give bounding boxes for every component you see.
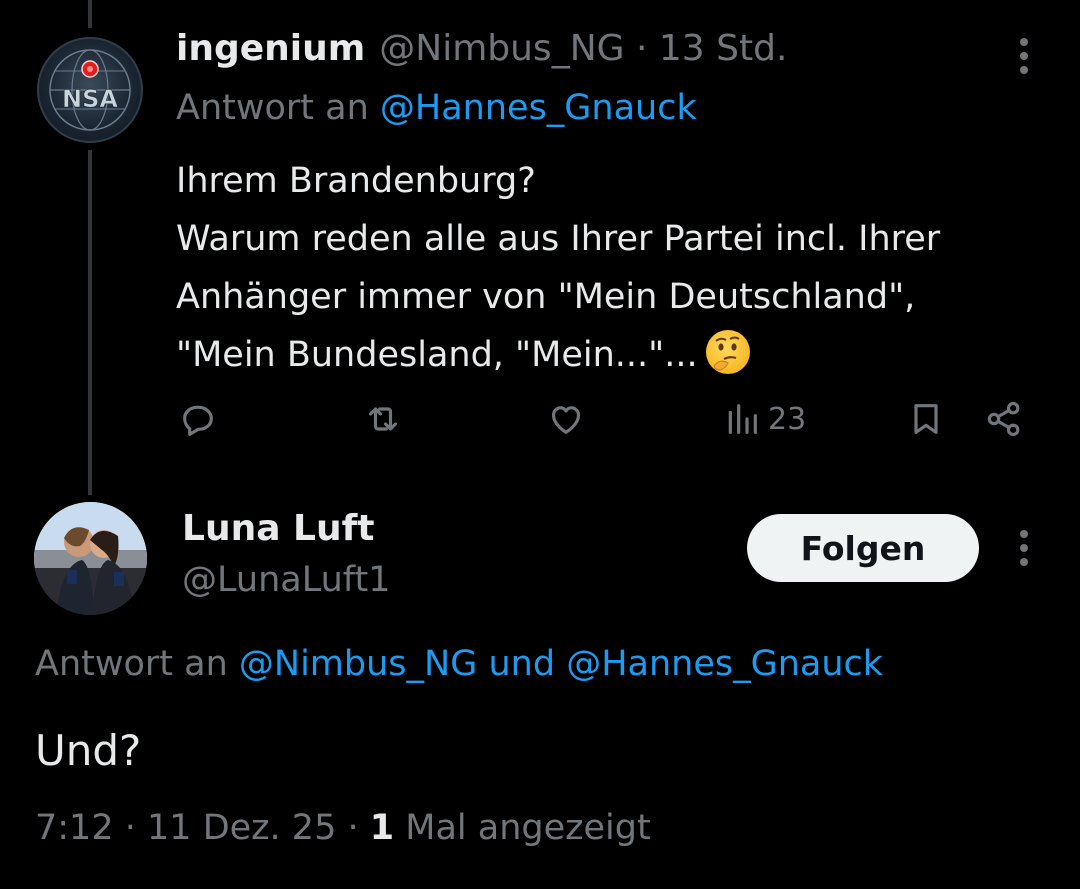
tweet-text-line: Anhänger immer von "Mein Deutschland", xyxy=(176,277,916,317)
tweet-text-segment: "Mein Bundesland, "Mein..."... xyxy=(176,335,698,375)
views-icon xyxy=(728,404,757,434)
handle-text[interactable]: @Nimbus_NG xyxy=(379,28,624,69)
separator: · xyxy=(347,808,359,848)
follow-button[interactable]: Folgen xyxy=(747,514,979,582)
views-label[interactable]: Mal angezeigt xyxy=(405,808,650,848)
reply-conjunction[interactable]: und xyxy=(488,644,555,684)
tweet-actions: 23 xyxy=(0,392,1080,446)
author-name[interactable]: Luna Luft xyxy=(182,508,374,549)
tweet-meta: 7:12 · 11 Dez. 25 · 1 Mal angezeigt xyxy=(35,808,651,848)
like-icon xyxy=(551,406,581,434)
mention-link[interactable]: @Nimbus_NG xyxy=(239,644,477,684)
svg-text:NSA: NSA xyxy=(62,85,118,113)
author-handle[interactable]: @LunaLuft1 xyxy=(182,560,390,600)
mention-link[interactable]: @Hannes_Gnauck xyxy=(380,88,697,128)
more-options-icon[interactable] xyxy=(1004,518,1044,578)
reply-context: Antwort an @Nimbus_NG und @Hannes_Gnauck xyxy=(35,644,883,684)
avatar[interactable]: NSA xyxy=(37,37,143,143)
bookmark-icon xyxy=(914,404,938,434)
tweet-header: ingenium @Nimbus_NG · 13 Std. xyxy=(176,28,787,80)
like-button[interactable] xyxy=(546,392,586,446)
tweet-text-line: Ihrem Brandenburg? xyxy=(176,161,536,201)
tweet-time[interactable]: 13 Std. xyxy=(659,28,788,69)
tweet-text-line: "Mein Bundesland, "Mein..."... xyxy=(176,326,1036,384)
avatar[interactable] xyxy=(34,502,147,615)
repost-icon xyxy=(368,407,398,431)
views-button[interactable]: 23 xyxy=(722,392,806,446)
tweet-text: Und? xyxy=(35,726,142,775)
reply-context: Antwort an @Hannes_Gnauck xyxy=(176,88,697,128)
tweet-text-line: Warum reden alle aus Ihrer Partei incl. … xyxy=(176,219,941,259)
reply-button[interactable] xyxy=(178,392,218,446)
thinking-face-icon xyxy=(705,330,750,374)
reply-prefix: Antwort an xyxy=(35,644,228,684)
share-icon xyxy=(987,401,1020,437)
views-count: 23 xyxy=(768,401,807,437)
tweet-text: Ihrem Brandenburg? Warum reden alle aus … xyxy=(176,152,1036,384)
author-name[interactable]: ingenium xyxy=(176,28,365,69)
profile-photo xyxy=(34,502,147,615)
reply-prefix: Antwort an xyxy=(176,88,369,128)
more-options-icon[interactable] xyxy=(1004,26,1044,86)
author-handle[interactable]: @Nimbus_NG · 13 Std. xyxy=(379,28,787,69)
bookmark-button[interactable] xyxy=(906,392,946,446)
tweet-date[interactable]: 11 Dez. 25 xyxy=(147,808,336,848)
separator: · xyxy=(635,28,648,69)
tweet-thread: NSA ingenium @Nimbus_NG · 13 Std. Antwor… xyxy=(0,0,1080,889)
share-button[interactable] xyxy=(984,392,1024,446)
views-count[interactable]: 1 xyxy=(370,808,394,848)
mention-link[interactable]: @Hannes_Gnauck xyxy=(566,644,883,684)
separator: · xyxy=(124,808,136,848)
repost-button[interactable] xyxy=(362,392,404,446)
reply-icon xyxy=(183,405,213,436)
thread-line-top xyxy=(88,0,92,28)
tweet-time[interactable]: 7:12 xyxy=(35,808,114,848)
nsa-logo-icon: NSA xyxy=(49,49,131,131)
